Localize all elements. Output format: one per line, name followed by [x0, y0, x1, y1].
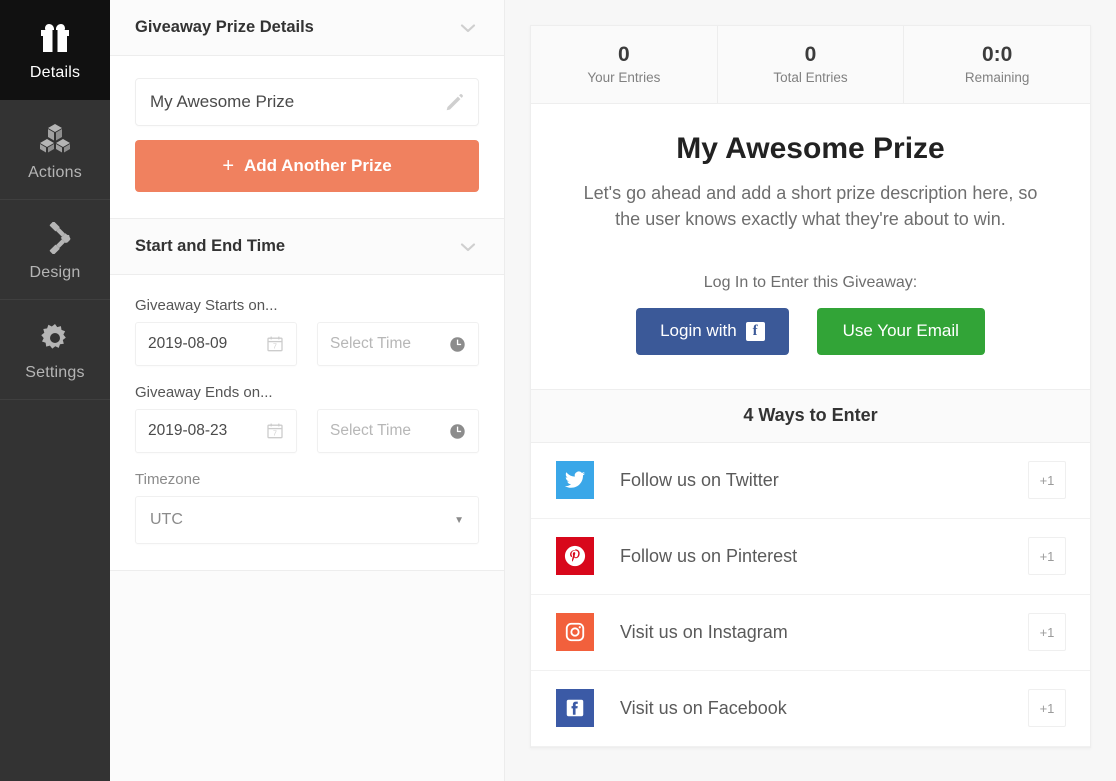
facebook-login-button[interactable]: Login with f: [636, 307, 789, 355]
prize-details-section-header[interactable]: Giveaway Prize Details: [110, 0, 504, 56]
stat-your-entries: 0 Your Entries: [531, 26, 718, 104]
facebook-login-label: Login with: [660, 321, 737, 341]
email-login-button[interactable]: Use Your Email: [816, 307, 985, 355]
pencil-icon[interactable]: [445, 93, 464, 112]
instagram-icon: [556, 613, 594, 652]
svg-text:7: 7: [273, 344, 277, 351]
editor-panel: Giveaway Prize Details My Awesome Prize …: [110, 0, 505, 781]
entry-label: Follow us on Twitter: [620, 469, 779, 490]
facebook-icon: [556, 689, 594, 728]
timezone-label: Timezone: [135, 471, 201, 488]
calendar-icon[interactable]: 7: [266, 335, 284, 353]
stat-caption: Your Entries: [587, 70, 661, 86]
sidebar-item-label: Actions: [28, 163, 82, 181]
twitter-icon: [556, 461, 594, 500]
entry-label: Follow us on Pinterest: [620, 545, 798, 566]
time-section-body: Giveaway Starts on... 2019-08-09 7 Selec…: [110, 275, 504, 571]
stat-value: 0:0: [982, 43, 1013, 66]
entry-pinterest[interactable]: Follow us on Pinterest +1: [531, 518, 1090, 595]
time-section-header[interactable]: Start and End Time: [110, 219, 504, 275]
prize-hero: My Awesome Prize Let's go ahead and add …: [531, 104, 1090, 389]
stat-caption: Total Entries: [773, 70, 848, 86]
entry-facebook[interactable]: Visit us on Facebook +1: [531, 670, 1090, 747]
prize-name-value: My Awesome Prize: [150, 92, 295, 111]
end-date-value: 2019-08-23: [148, 422, 228, 439]
chevron-down-icon: ▼: [454, 514, 464, 526]
sidebar-item-details[interactable]: Details: [0, 0, 110, 100]
entry-points: +1: [1028, 689, 1066, 728]
app-root: Details Actions Design Settings Giveaway…: [0, 0, 1116, 781]
stat-remaining: 0:0 Remaining: [904, 26, 1090, 103]
chevron-down-icon[interactable]: [457, 17, 479, 39]
add-another-prize-label: Add Another Prize: [244, 156, 392, 175]
sidebar-item-label: Design: [29, 263, 81, 281]
entry-instagram[interactable]: Visit us on Instagram +1: [531, 594, 1090, 671]
sidebar-item-label: Details: [29, 63, 81, 81]
end-date-label: Giveaway Ends on...: [135, 384, 273, 401]
gear-icon: [35, 318, 75, 358]
end-date-input[interactable]: 2019-08-23 7: [135, 409, 297, 453]
clock-icon[interactable]: [449, 423, 466, 440]
stat-caption: Remaining: [964, 70, 1030, 86]
prize-details-section-body: My Awesome Prize + Add Another Prize: [110, 56, 504, 219]
stats-bar: 0 Your Entries 0 Total Entries 0:0 Remai…: [531, 26, 1090, 105]
entry-points: +1: [1028, 461, 1066, 500]
end-time-input[interactable]: Select Time: [317, 409, 479, 453]
end-datetime-row: 2019-08-23 7 Select Time: [135, 409, 479, 453]
entry-points: +1: [1028, 613, 1066, 652]
editor-empty-area: [110, 571, 504, 781]
start-time-placeholder: Select Time: [330, 335, 411, 352]
stat-value: 0: [617, 43, 630, 66]
pinterest-icon: [556, 537, 594, 576]
svg-text:7: 7: [273, 431, 277, 438]
sidebar-item-actions[interactable]: Actions: [0, 100, 110, 200]
time-section-title: Start and End Time: [135, 237, 286, 255]
end-time-placeholder: Select Time: [330, 422, 411, 439]
timezone-value: UTC: [150, 511, 183, 528]
facebook-icon: f: [745, 321, 765, 341]
start-time-input[interactable]: Select Time: [317, 322, 479, 366]
clock-icon[interactable]: [449, 336, 466, 353]
add-another-prize-button[interactable]: + Add Another Prize: [135, 140, 479, 192]
stat-total-entries: 0 Total Entries: [718, 26, 905, 104]
plus-icon: +: [222, 155, 235, 177]
timezone-select[interactable]: UTC ▼: [135, 496, 479, 544]
sidebar-item-label: Settings: [25, 363, 85, 381]
stat-value: 0: [804, 43, 817, 66]
entry-points: +1: [1028, 537, 1066, 576]
start-date-label: Giveaway Starts on...: [135, 297, 278, 314]
brush-icon: [35, 218, 75, 258]
entry-twitter[interactable]: Follow us on Twitter +1: [531, 442, 1090, 519]
blocks-icon: [35, 118, 75, 158]
sidebar-item-design[interactable]: Design: [0, 200, 110, 300]
chevron-down-icon[interactable]: [457, 236, 479, 258]
gift-icon: [35, 18, 75, 58]
giveaway-widget: 0 Your Entries 0 Total Entries 0:0 Remai…: [530, 25, 1091, 748]
main-sidebar: Details Actions Design Settings: [0, 0, 110, 781]
prize-title: My Awesome Prize: [676, 132, 945, 166]
sidebar-filler: [0, 400, 110, 781]
start-datetime-row: 2019-08-09 7 Select Time: [135, 322, 479, 366]
prize-name-input[interactable]: My Awesome Prize: [135, 78, 479, 126]
login-buttons: Login with f Use Your Email: [571, 307, 1050, 355]
sidebar-item-settings[interactable]: Settings: [0, 300, 110, 400]
entry-label: Visit us on Facebook: [620, 697, 787, 718]
preview-panel: 0 Your Entries 0 Total Entries 0:0 Remai…: [505, 0, 1116, 781]
calendar-icon[interactable]: 7: [266, 422, 284, 440]
entry-label: Visit us on Instagram: [620, 621, 788, 642]
prize-description: Let's go ahead and add a short prize des…: [583, 182, 1038, 229]
ways-to-enter-title: 4 Ways to Enter: [531, 388, 1090, 443]
prize-details-title: Giveaway Prize Details: [135, 18, 314, 36]
start-date-input[interactable]: 2019-08-09 7: [135, 322, 297, 366]
start-date-value: 2019-08-09: [148, 335, 228, 352]
login-prompt: Log In to Enter this Giveaway:: [703, 273, 918, 291]
